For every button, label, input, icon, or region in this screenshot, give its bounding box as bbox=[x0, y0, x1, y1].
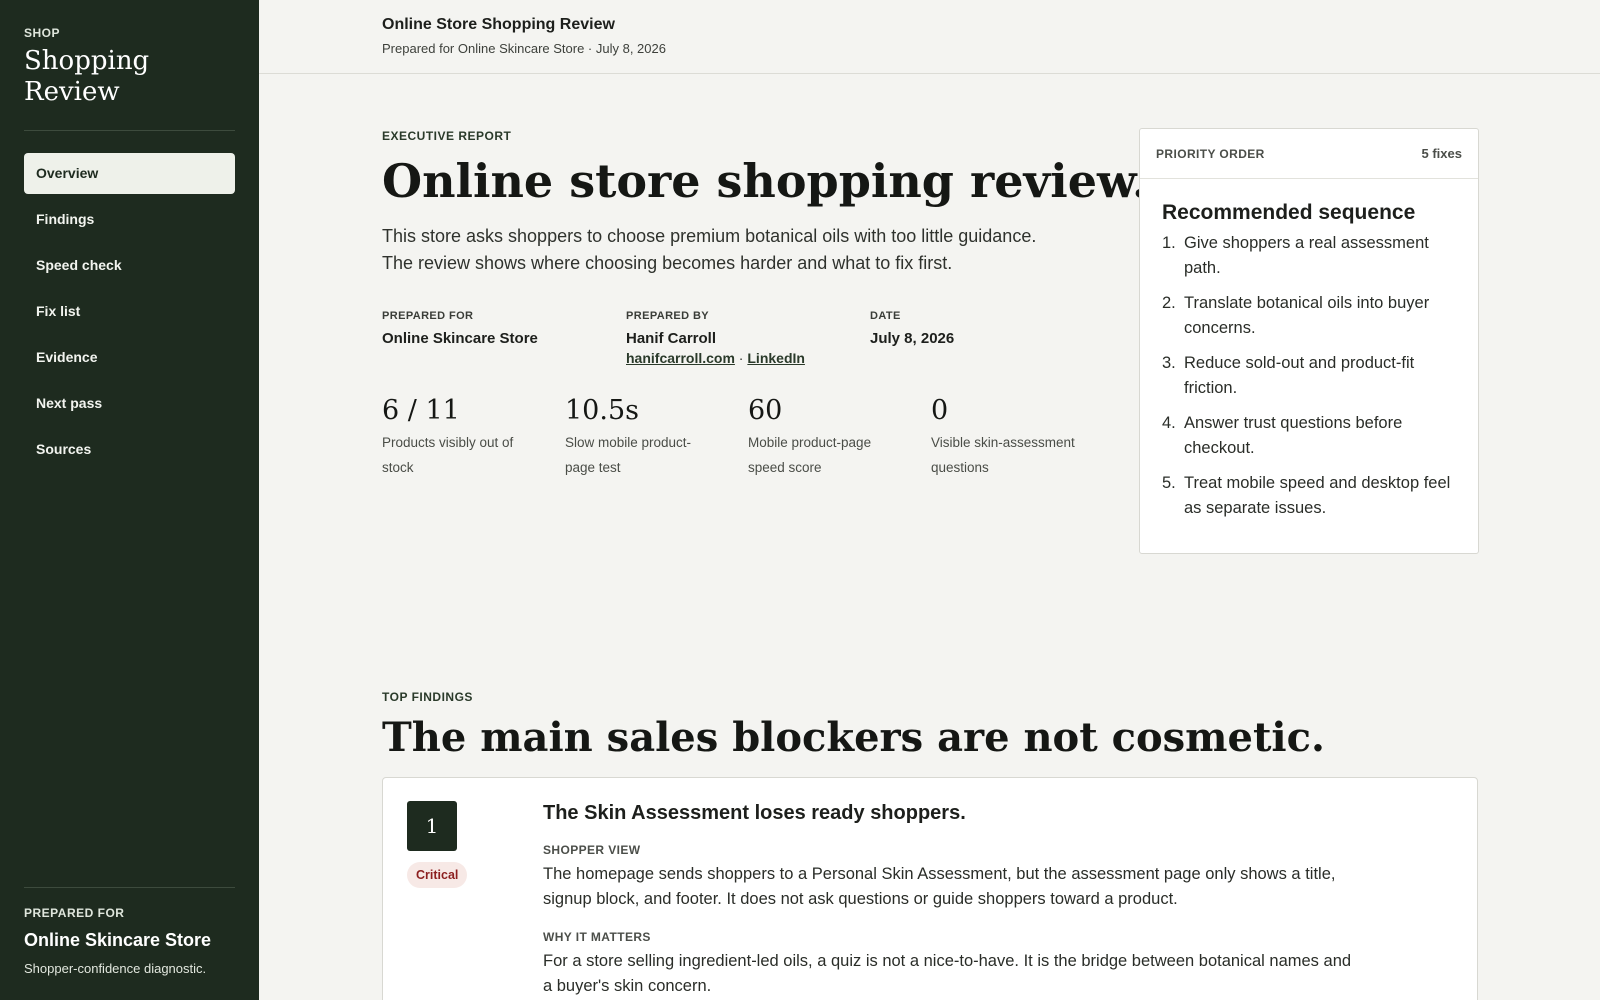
priority-item-text: Give shoppers a real assessment path. bbox=[1184, 234, 1429, 277]
sidebar-item-findings[interactable]: Findings bbox=[24, 199, 235, 240]
key-stats: 6 / 11 Products visibly out of stock 10.… bbox=[382, 395, 1114, 480]
priority-list: 1. Give shoppers a real assessment path. … bbox=[1162, 231, 1456, 521]
stat-mobile-page-test: 10.5s Slow mobile product-page test bbox=[565, 395, 748, 480]
priority-item-number: 2. bbox=[1162, 294, 1176, 312]
stat-speed-score: 60 Mobile product-page speed score bbox=[748, 395, 931, 480]
meta-prepared-for: PREPARED FOR Online Skincare Store bbox=[382, 310, 626, 366]
priority-title: Recommended sequence bbox=[1162, 201, 1416, 224]
shopper-view-text: The homepage sends shoppers to a Persona… bbox=[543, 865, 1336, 908]
why-it-matters-text: For a store selling ingredient-led oils,… bbox=[543, 952, 1352, 995]
shopper-view-label: SHOPPER VIEW bbox=[543, 843, 641, 857]
sidebar-title: Shopping Review bbox=[24, 46, 150, 108]
sidebar-footer-description: Shopper-confidence diagnostic. bbox=[24, 961, 207, 976]
author-website-link[interactable]: hanifcarroll.com bbox=[626, 350, 735, 366]
priority-item: 5. Treat mobile speed and desktop feel as… bbox=[1162, 471, 1456, 521]
finding-card: 1 Critical The Skin Assessment loses rea… bbox=[382, 777, 1478, 1000]
priority-item-text: Treat mobile speed and desktop feel as s… bbox=[1184, 474, 1451, 517]
page-title: Online store shopping review. bbox=[382, 154, 1148, 208]
finding-title: The Skin Assessment loses ready shoppers… bbox=[543, 802, 966, 824]
priority-item-number: 5. bbox=[1162, 474, 1176, 492]
stat-value: 0 bbox=[931, 395, 949, 426]
meta-date: DATE July 8, 2026 bbox=[870, 310, 1114, 366]
sidebar-item-next-pass[interactable]: Next pass bbox=[24, 383, 235, 424]
finding-number-badge: 1 bbox=[407, 801, 457, 851]
sidebar-divider bbox=[24, 130, 235, 132]
hero-eyebrow: EXECUTIVE REPORT bbox=[382, 129, 512, 143]
sidebar: SHOP Shopping Review Overview Findings S… bbox=[0, 0, 259, 1000]
meta-date-label: DATE bbox=[870, 310, 901, 322]
author-linkedin-link[interactable]: LinkedIn bbox=[747, 350, 805, 366]
why-it-matters-label: WHY IT MATTERS bbox=[543, 930, 651, 944]
finding-body: The Skin Assessment loses ready shoppers… bbox=[543, 802, 1363, 999]
priority-card-body: Recommended sequence 1. Give shoppers a r… bbox=[1140, 179, 1478, 521]
meta-prepared-by-label: PREPARED BY bbox=[626, 310, 710, 322]
sidebar-item-fix-list[interactable]: Fix list bbox=[24, 291, 235, 332]
link-separator: · bbox=[734, 350, 748, 366]
meta-author-links: hanifcarroll.com · LinkedIn bbox=[626, 350, 870, 366]
meta-prepared-for-label: PREPARED FOR bbox=[382, 310, 474, 322]
stat-value: 10.5s bbox=[565, 395, 639, 426]
stat-out-of-stock: 6 / 11 Products visibly out of stock bbox=[382, 395, 565, 480]
priority-item: 3. Reduce sold-out and product-fit fricti… bbox=[1162, 351, 1456, 401]
meta-date-value: July 8, 2026 bbox=[870, 330, 955, 347]
stat-label: Mobile product-page speed score bbox=[748, 435, 872, 475]
priority-order-card: PRIORITY ORDER 5 fixes Recommended seque… bbox=[1139, 128, 1479, 554]
sidebar-footer-eyebrow: PREPARED FOR bbox=[24, 906, 125, 920]
header-title: Online Store Shopping Review bbox=[382, 16, 615, 33]
priority-item-number: 3. bbox=[1162, 354, 1176, 372]
priority-card-header: PRIORITY ORDER 5 fixes bbox=[1140, 129, 1478, 179]
sidebar-item-sources[interactable]: Sources bbox=[24, 429, 235, 470]
sidebar-footer-client-name: Online Skincare Store bbox=[24, 930, 212, 950]
priority-item-number: 4. bbox=[1162, 414, 1176, 432]
stat-value: 6 / 11 bbox=[382, 395, 460, 426]
sidebar-footer-divider bbox=[24, 887, 235, 888]
priority-item-number: 1. bbox=[1162, 234, 1176, 252]
meta-prepared-by-value: Hanif Carroll bbox=[626, 330, 717, 347]
sidebar-footer: PREPARED FOR Online Skincare Store Shopp… bbox=[24, 887, 235, 976]
severity-badge: Critical bbox=[407, 862, 468, 888]
sidebar-item-evidence[interactable]: Evidence bbox=[24, 337, 235, 378]
sidebar-item-speed-check[interactable]: Speed check bbox=[24, 245, 235, 286]
priority-count: 5 fixes bbox=[1421, 146, 1462, 161]
priority-item-text: Translate botanical oils into buyer conc… bbox=[1184, 294, 1430, 337]
sidebar-eyebrow: SHOP bbox=[24, 26, 61, 40]
findings-eyebrow: TOP FINDINGS bbox=[382, 690, 473, 704]
stat-label: Products visibly out of stock bbox=[382, 435, 514, 475]
report-meta: PREPARED FOR Online Skincare Store PREPA… bbox=[382, 310, 1114, 366]
stat-label: Slow mobile product-page test bbox=[565, 435, 692, 475]
priority-item-text: Answer trust questions before checkout. bbox=[1184, 414, 1403, 457]
meta-prepared-by: PREPARED BY Hanif Carroll hanifcarroll.c… bbox=[626, 310, 870, 366]
header-subtitle: Prepared for Online Skincare Store · Jul… bbox=[382, 41, 666, 56]
findings-title: The main sales blockers are not cosmetic… bbox=[382, 714, 1325, 761]
sidebar-nav: Overview Findings Speed check Fix list E… bbox=[24, 153, 235, 470]
stat-value: 60 bbox=[748, 395, 783, 426]
sidebar-item-overview[interactable]: Overview bbox=[24, 153, 235, 195]
stat-label: Visible skin-assessment questions bbox=[931, 435, 1075, 475]
hero-description: This store asks shoppers to choose premi… bbox=[382, 226, 1037, 273]
top-header: Online Store Shopping Review Prepared fo… bbox=[259, 0, 1600, 74]
priority-item: 4. Answer trust questions before checkout… bbox=[1162, 411, 1456, 461]
priority-item: 1. Give shoppers a real assessment path. bbox=[1162, 231, 1456, 281]
meta-prepared-for-value: Online Skincare Store bbox=[382, 330, 538, 347]
priority-item-text: Reduce sold-out and product-fit friction… bbox=[1184, 354, 1415, 397]
stat-assessment-questions: 0 Visible skin-assessment questions bbox=[931, 395, 1114, 480]
priority-label: PRIORITY ORDER bbox=[1156, 146, 1265, 161]
priority-item: 2. Translate botanical oils into buyer co… bbox=[1162, 291, 1456, 341]
